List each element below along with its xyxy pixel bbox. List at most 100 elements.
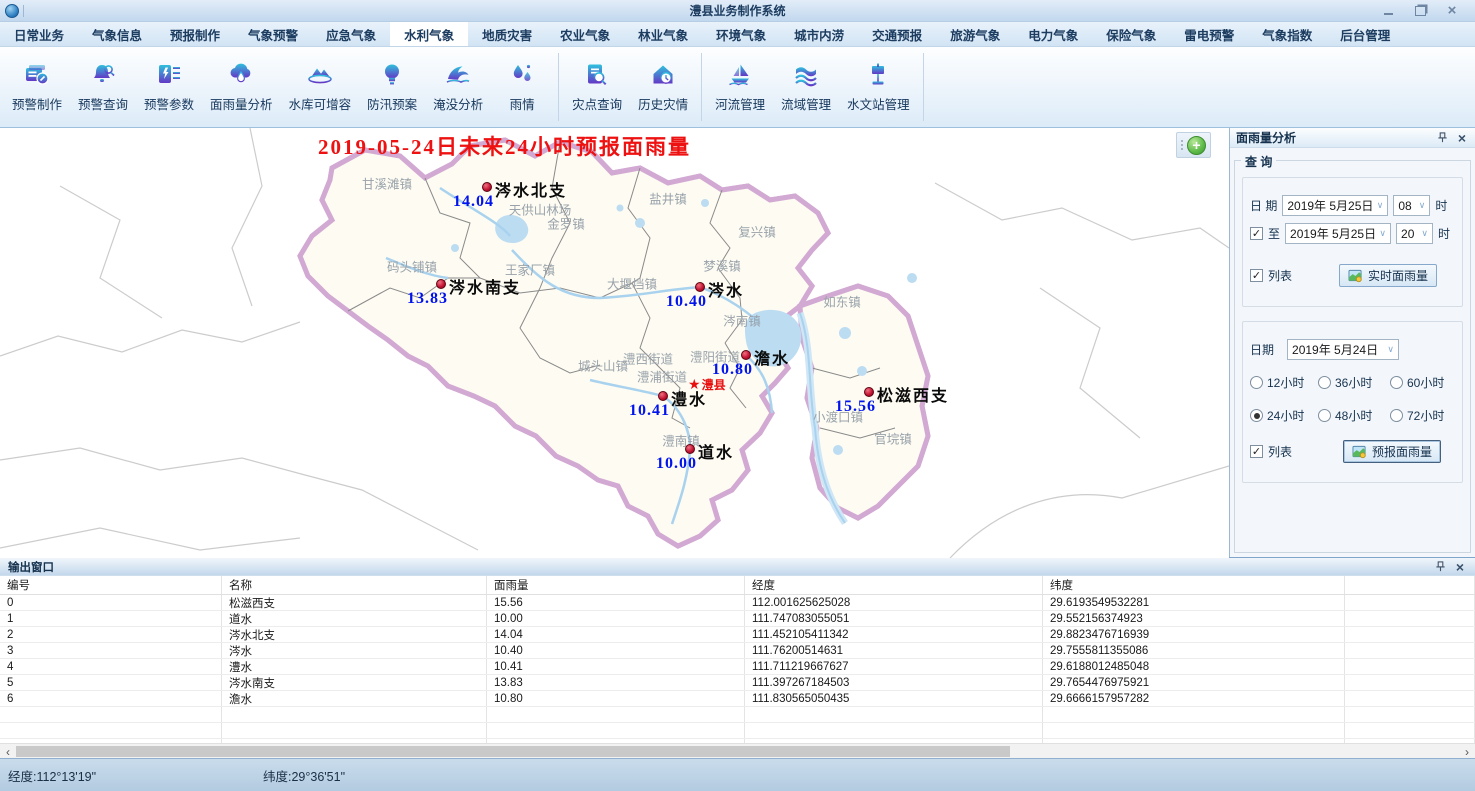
toolbar-item-wave[interactable]: 淹没分析 xyxy=(425,57,491,117)
menu-tab-4[interactable]: 气象预警 xyxy=(234,22,312,46)
duration-radio-24小时[interactable]: 24小时 xyxy=(1250,407,1318,424)
house-clock-icon xyxy=(648,61,678,89)
toolbar-item-warn-list[interactable]: 预警参数 xyxy=(136,57,202,117)
duration-radio-36小时[interactable]: 36小时 xyxy=(1318,374,1390,391)
minimize-button[interactable] xyxy=(1379,4,1397,18)
table-row[interactable]: 4澧水10.41111.71121966762729.6188012485048 xyxy=(0,659,1475,675)
menu-tab-7[interactable]: 地质灾害 xyxy=(468,22,546,46)
menu-tab-17[interactable]: 气象指数 xyxy=(1248,22,1326,46)
duration-radio-48小时[interactable]: 48小时 xyxy=(1318,407,1390,424)
toolbar-item-hydro-station[interactable]: 水文站管理 xyxy=(839,57,918,117)
menu-tab-8[interactable]: 农业气象 xyxy=(546,22,624,46)
table-header-row: 编号名称面雨量经度纬度 xyxy=(0,576,1475,595)
menu-tab-11[interactable]: 城市内涝 xyxy=(780,22,858,46)
menu-tab-3[interactable]: 预报制作 xyxy=(156,22,234,46)
close-icon[interactable] xyxy=(1455,131,1469,145)
column-header[interactable]: 经度 xyxy=(745,576,1043,594)
duration-radio-60小时[interactable]: 60小时 xyxy=(1390,374,1462,391)
cell xyxy=(0,723,222,738)
toolbar-item-bulb[interactable]: 防汛预案 xyxy=(359,57,425,117)
menu-tab-12[interactable]: 交通预报 xyxy=(858,22,936,46)
table-row[interactable]: 2涔水北支14.04111.45210541134229.88234767169… xyxy=(0,627,1475,643)
toolbar-item-bell-search[interactable]: 预警查询 xyxy=(70,57,136,117)
start-hour-select[interactable]: 08 ∨ xyxy=(1393,195,1430,216)
star-icon: ★ xyxy=(688,376,701,392)
column-header[interactable]: 编号 xyxy=(0,576,222,594)
close-icon[interactable] xyxy=(1453,560,1467,574)
menu-tab-1[interactable]: 日常业务 xyxy=(0,22,78,46)
toolbar-item-waves[interactable]: 流域管理 xyxy=(773,57,839,117)
end-hour-select[interactable]: 20 ∨ xyxy=(1396,223,1433,244)
column-header[interactable]: 纬度 xyxy=(1043,576,1345,594)
app-logo-icon xyxy=(5,4,19,18)
horizontal-scrollbar[interactable] xyxy=(0,743,1475,758)
hour-suffix: 时 xyxy=(1438,225,1450,242)
pin-icon[interactable] xyxy=(1435,131,1449,145)
table-row[interactable]: 5涔水南支13.83111.39726718450329.76544769759… xyxy=(0,675,1475,691)
table-row[interactable] xyxy=(0,707,1475,723)
cell xyxy=(1345,675,1475,690)
forecast-section: 日期 2019年 5月24日 ∨ 12小时36小时60小时24小时48小时72小… xyxy=(1242,321,1463,483)
map-area[interactable]: 2019-05-24日未来24小时预报面雨量 甘溪滩镇盐井镇天供山林场金罗镇码头… xyxy=(0,128,1229,558)
menu-tab-14[interactable]: 电力气象 xyxy=(1014,22,1092,46)
duration-radio-12小时[interactable]: 12小时 xyxy=(1250,374,1318,391)
menu-tab-2[interactable]: 气象信息 xyxy=(78,22,156,46)
cell xyxy=(1345,643,1475,658)
town-label: 盐井镇 xyxy=(649,189,687,208)
radio-icon xyxy=(1318,376,1331,389)
list-checkbox[interactable] xyxy=(1250,445,1263,458)
table-row[interactable]: 0松滋西支15.56112.00162562502829.61935495322… xyxy=(0,595,1475,611)
maximize-button[interactable] xyxy=(1411,4,1429,18)
scroll-right-icon[interactable] xyxy=(1459,744,1475,759)
start-date-select[interactable]: 2019年 5月25日 ∨ xyxy=(1282,195,1388,216)
station-name: 澹水 xyxy=(754,345,790,369)
menu-tab-15[interactable]: 保险气象 xyxy=(1092,22,1170,46)
output-title: 输出窗口 xyxy=(8,559,54,575)
end-date-select[interactable]: 2019年 5月25日 ∨ xyxy=(1285,223,1391,244)
menu-tab-18[interactable]: 后台管理 xyxy=(1326,22,1404,46)
toolbar-item-label: 水文站管理 xyxy=(847,94,910,113)
column-header[interactable] xyxy=(1345,576,1475,594)
station-dot-icon xyxy=(695,282,705,292)
menu-tab-16[interactable]: 雷电预警 xyxy=(1170,22,1248,46)
titlebar-divider xyxy=(23,5,24,17)
menu-tab-5[interactable]: 应急气象 xyxy=(312,22,390,46)
station-rainfall-value: 10.41 xyxy=(629,402,670,420)
town-label: 城头山镇 xyxy=(578,356,628,375)
menu-tab-6[interactable]: 水利气象 xyxy=(390,22,468,46)
menu-tab-10[interactable]: 环境气象 xyxy=(702,22,780,46)
menu-tab-9[interactable]: 林业气象 xyxy=(624,22,702,46)
toolbar-item-reservoir[interactable]: 水库可增容 xyxy=(281,57,360,117)
table-row[interactable]: 6澹水10.80111.83056505043529.6666157957282 xyxy=(0,691,1475,707)
cell xyxy=(1345,627,1475,642)
forecast-date-select[interactable]: 2019年 5月24日 ∨ xyxy=(1287,339,1399,360)
drag-handle-icon[interactable] xyxy=(1181,140,1183,150)
table-row[interactable]: 3涔水10.40111.7620051463129.7555811355086 xyxy=(0,643,1475,659)
toolbar-item-doc-search[interactable]: 灾点查询 xyxy=(564,57,630,117)
scroll-left-icon[interactable] xyxy=(0,744,16,759)
zoom-in-button[interactable]: + xyxy=(1187,136,1206,155)
to-checkbox[interactable] xyxy=(1250,227,1263,240)
table-row[interactable]: 1道水10.00111.74708305505129.552156374923 xyxy=(0,611,1475,627)
column-header[interactable]: 面雨量 xyxy=(487,576,745,594)
toolbar-item-doc-edit[interactable]: 预警制作 xyxy=(4,57,70,117)
town-label: 甘溪滩镇 xyxy=(362,174,412,193)
close-button[interactable] xyxy=(1443,4,1461,18)
cell: 111.830565050435 xyxy=(745,691,1043,706)
station-dot-icon xyxy=(741,350,751,360)
menu-tab-13[interactable]: 旅游气象 xyxy=(936,22,1014,46)
toolbar-item-cloud-drop[interactable]: 面雨量分析 xyxy=(202,57,281,117)
pin-icon[interactable] xyxy=(1433,560,1447,574)
toolbar-item-house-clock[interactable]: 历史灾情 xyxy=(630,57,696,117)
realtime-rainfall-button[interactable]: 实时面雨量 xyxy=(1339,264,1437,287)
scrollbar-thumb[interactable] xyxy=(16,746,1010,757)
town-label: 澧浦街道 xyxy=(637,367,687,386)
toolbar-item-sailboat[interactable]: 河流管理 xyxy=(707,57,773,117)
column-header[interactable]: 名称 xyxy=(222,576,487,594)
forecast-rainfall-button[interactable]: 预报面雨量 xyxy=(1343,440,1441,463)
cell xyxy=(1345,691,1475,706)
toolbar-item-raindrops[interactable]: 雨情 xyxy=(491,57,553,117)
duration-radio-72小时[interactable]: 72小时 xyxy=(1390,407,1462,424)
list-checkbox[interactable] xyxy=(1250,269,1263,282)
table-row[interactable] xyxy=(0,723,1475,739)
